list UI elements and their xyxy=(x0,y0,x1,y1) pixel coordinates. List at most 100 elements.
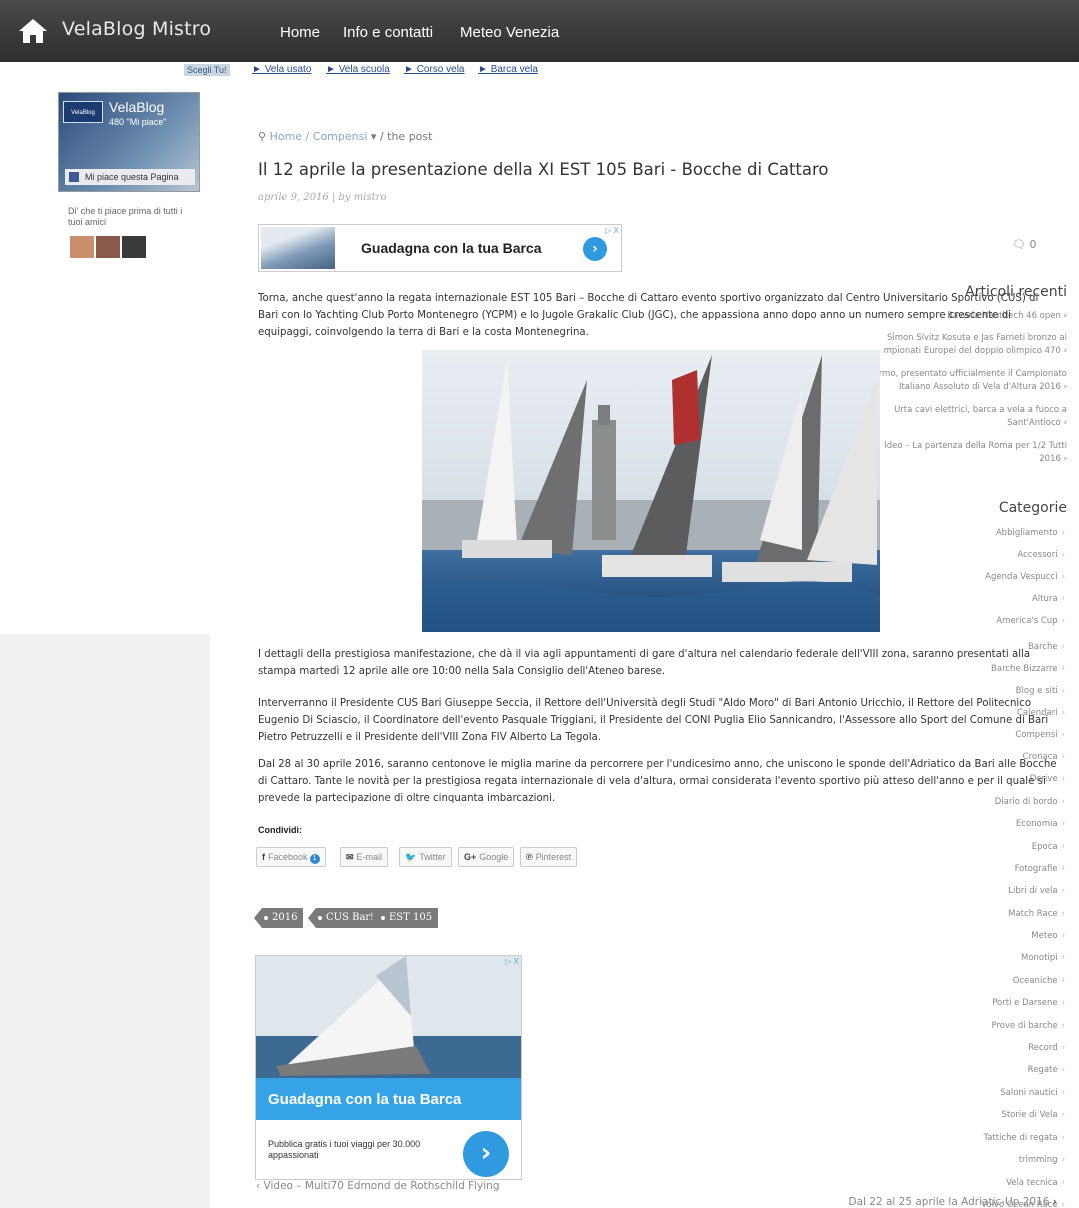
facebook-page-widget[interactable]: VelaBlog VelaBlog 480 "Mi piace" Mi piac… xyxy=(58,92,200,192)
recent-post-link[interactable]: Urta cavi elettrici, barca a vela a fuoc… xyxy=(862,404,1067,417)
share-email-button[interactable]: ✉ E-mail xyxy=(340,847,389,867)
category-link[interactable]: Saloni nautici › xyxy=(1000,1088,1065,1098)
friend-avatar xyxy=(122,236,146,258)
previous-post-link[interactable]: ‹ Video – Multi70 Edmond de Rothschild F… xyxy=(256,1180,500,1192)
category-label: Accessori xyxy=(1017,550,1058,560)
categories-title: Categorie xyxy=(998,500,1067,516)
share-label-email: E-mail xyxy=(356,852,383,862)
recent-post-link[interactable]: Italiano Assoluto di Vela d'Altura 2016 … xyxy=(862,381,1067,394)
category-label: Storie di Vela xyxy=(1001,1110,1058,1120)
category-label: Monotipi xyxy=(1021,953,1058,963)
post-meta: aprile 9, 2016 | by mistro xyxy=(258,192,387,203)
facebook-invite-text: Di' che ti piace prima di tutti i tuoi a… xyxy=(68,206,183,227)
ad-banner-top[interactable]: Guadagna con la tua Barca › ▷ X xyxy=(258,224,622,272)
category-link[interactable]: Epoca › xyxy=(1032,842,1065,852)
scegli-badge[interactable]: Scegli Tu! xyxy=(184,64,230,76)
previous-post-label: Video – Multi70 Edmond de Rothschild Fly… xyxy=(263,1180,500,1192)
chevron-right-icon[interactable]: › xyxy=(583,237,607,261)
share-count-badge: 1 xyxy=(309,854,320,864)
category-link[interactable]: Tattiche di regata › xyxy=(983,1133,1065,1143)
category-link[interactable]: America's Cup › xyxy=(996,616,1065,626)
category-link[interactable]: Accessori › xyxy=(1017,550,1065,560)
recent-post-link[interactable]: 2016 › xyxy=(862,453,1067,466)
share-label-twitter: Twitter xyxy=(419,852,446,862)
share-pinterest-button[interactable]: ℗ Pinterest xyxy=(520,847,578,867)
chevron-right-icon: › xyxy=(1061,686,1065,696)
share-label-google: Google xyxy=(479,852,509,862)
home-icon[interactable] xyxy=(18,18,48,44)
facebook-like-button[interactable]: Mi piace questa Pagina xyxy=(65,169,195,185)
recent-post-label: ideo – La partenza della Roma per 1/2 Tu… xyxy=(884,441,1067,451)
share-twitter-button[interactable]: 🐦 Twitter xyxy=(399,847,452,867)
category-label: Altura xyxy=(1031,594,1058,604)
recent-post-link[interactable]: Sant'Antioco › xyxy=(862,417,1067,430)
sublink-vela-scuola[interactable]: ► Vela scuola xyxy=(326,64,390,75)
chevron-right-icon: › xyxy=(1061,642,1065,652)
category-link[interactable]: Oceaniche › xyxy=(1013,976,1065,986)
category-link[interactable]: Prove di barche › xyxy=(991,1021,1065,1031)
category-link[interactable]: Abbigliamento › xyxy=(996,528,1065,538)
category-link[interactable]: Economia › xyxy=(1016,819,1065,829)
chevron-right-icon: › xyxy=(1061,953,1065,963)
share-facebook-button[interactable]: f Facebook 1 xyxy=(256,847,326,867)
email-icon: ✉ xyxy=(346,852,354,862)
nav-meteo-venezia[interactable]: Meteo Venezia xyxy=(460,24,559,41)
breadcrumb-home[interactable]: Home xyxy=(270,130,302,143)
sidebar-shaded-area xyxy=(0,634,210,1208)
chevron-right-icon: › xyxy=(1061,752,1065,762)
category-link[interactable]: Regate › xyxy=(1028,1065,1065,1075)
category-link[interactable]: Match Race › xyxy=(1008,909,1065,919)
chevron-right-icon: › xyxy=(1061,842,1065,852)
nav-info-contatti[interactable]: Info e contatti xyxy=(343,24,433,41)
chevron-right-icon: › xyxy=(1061,1021,1065,1031)
sublink-corso-vela[interactable]: ► Corso vela xyxy=(404,64,465,75)
nav-home[interactable]: Home xyxy=(280,24,320,41)
category-link[interactable]: Libri di vela › xyxy=(1008,886,1065,896)
recent-post-link[interactable]: rmo, presentato ufficialmente il Campion… xyxy=(862,368,1067,381)
category-link[interactable]: Porti e Darsene › xyxy=(992,998,1065,1008)
pinterest-icon: ℗ xyxy=(526,852,533,862)
sublink-vela-usato[interactable]: ► Vela usato xyxy=(252,64,311,75)
category-link[interactable]: trimming › xyxy=(1019,1155,1065,1165)
link-strip: Scegli Tu! ► Vela usato ► Vela scuola ► … xyxy=(0,62,1079,78)
ad-headline: Guadagna con la tua Barca xyxy=(268,1091,462,1108)
share-google-button[interactable]: G+ Google xyxy=(458,847,515,867)
category-link[interactable]: Altura › xyxy=(1032,594,1065,604)
category-label: Match Race xyxy=(1008,909,1058,919)
chevron-right-icon: › xyxy=(1061,730,1065,740)
site-title[interactable]: VelaBlog Mistro xyxy=(62,18,211,40)
chevron-right-icon: › xyxy=(1061,1043,1065,1053)
comment-count[interactable]: 🗨 0 xyxy=(1012,238,1036,251)
ad-choices-icon[interactable]: ▷ X xyxy=(505,957,519,966)
category-link[interactable]: Storie di Vela › xyxy=(1001,1110,1065,1120)
chevron-right-icon: › xyxy=(1061,1110,1065,1120)
ad-sailboat-image xyxy=(256,956,521,1078)
chevron-right-icon: › xyxy=(1061,1155,1065,1165)
category-link[interactable]: Agenda Vespucci › xyxy=(985,572,1065,582)
chevron-left-icon: ‹ xyxy=(256,1180,261,1192)
tag-2016[interactable]: 2016 xyxy=(253,908,304,928)
next-post-link[interactable]: Dal 22 al 25 aprile la Adriatic-Up 2016 … xyxy=(849,1196,1057,1208)
category-link[interactable]: Meteo › xyxy=(1031,931,1065,941)
facebook-like-label: Mi piace questa Pagina xyxy=(85,172,179,182)
category-link[interactable]: Monotipi › xyxy=(1021,953,1065,963)
category-link[interactable]: Fotografie › xyxy=(1015,864,1065,874)
ad-banner-large[interactable]: ▷ X Guadagna con la tua Barca Pubblica g… xyxy=(255,955,522,1180)
tag-cus-bari[interactable]: CUS Bari xyxy=(307,908,380,928)
category-link[interactable]: Record › xyxy=(1028,1043,1065,1053)
category-link[interactable]: Vela tecnica › xyxy=(1006,1178,1065,1188)
category-label: Record xyxy=(1028,1043,1058,1053)
location-pin-icon: ⚲ xyxy=(258,130,267,143)
recent-post-label: Sant'Antioco xyxy=(1007,418,1061,428)
sublink-barca-vela[interactable]: ► Barca vela xyxy=(478,64,538,75)
recent-post-link[interactable]: ideo – La partenza della Roma per 1/2 Tu… xyxy=(862,440,1067,453)
category-label: Saloni nautici xyxy=(1000,1088,1058,1098)
tag-est-105[interactable]: EST 105 xyxy=(370,908,439,928)
recent-post-link[interactable]: mpionati Europei del doppio olimpico 470… xyxy=(862,345,1067,358)
sublink-label: Barca vela xyxy=(490,64,538,75)
chevron-down-icon[interactable]: ▾ xyxy=(371,130,377,143)
chevron-right-icon[interactable]: › xyxy=(463,1131,509,1177)
category-label: trimming xyxy=(1018,1155,1058,1165)
ad-choices-icon[interactable]: ▷ X xyxy=(605,226,619,235)
breadcrumb-section[interactable]: Compensi xyxy=(313,130,368,143)
